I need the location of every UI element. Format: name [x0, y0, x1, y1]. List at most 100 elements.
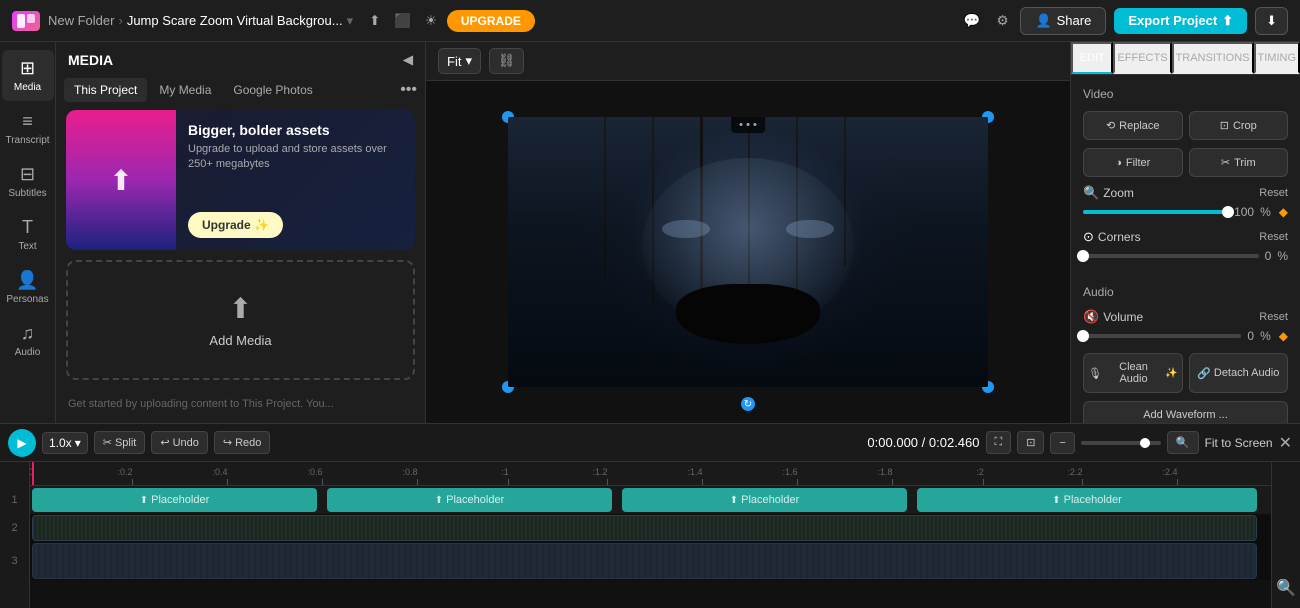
crop-button[interactable]: ⊡ Crop — [1189, 111, 1289, 140]
upgrade-button[interactable]: UPGRADE — [447, 10, 535, 32]
tab-this-project[interactable]: This Project — [64, 78, 147, 102]
upgrade-card-image: ⬆ — [66, 110, 176, 250]
collapse-button[interactable]: ◀ — [403, 52, 413, 68]
sidebar-item-personas[interactable]: 👤 Personas — [2, 262, 54, 313]
ruler-mark-04: :0.4 — [220, 467, 235, 485]
rotate-handle[interactable]: ↻ — [741, 397, 755, 411]
filter-button[interactable]: ◑ Filter — [1083, 148, 1183, 177]
replace-button[interactable]: ⟲ Replace — [1083, 111, 1183, 140]
clip-1-1[interactable]: ⬆ Placeholder — [32, 488, 317, 512]
track-num-3: 3 — [0, 542, 29, 580]
clean-audio-button[interactable]: 🎙 Clean Audio ✨ — [1083, 353, 1183, 393]
clip-2-audio[interactable] — [32, 515, 1257, 541]
upload-icon-btn[interactable]: ⬆ — [365, 9, 384, 33]
sun-icon-btn[interactable]: ☀ — [421, 9, 441, 33]
undo-button[interactable]: ↩ Undo — [151, 431, 208, 454]
comment-icon-btn[interactable]: 💬 — [960, 9, 985, 33]
more-tabs-button[interactable]: ••• — [400, 81, 417, 99]
upload-big-icon: ⬆ — [109, 164, 132, 197]
personas-icon: 👤 — [16, 270, 38, 291]
timeline-toolbar: ▶ 1.0x ▾ ✂ Split ↩ Undo ↪ Redo 0:00.000 … — [0, 424, 1300, 462]
clip-3-video[interactable] — [32, 543, 1257, 579]
audio-icon: ♫ — [21, 323, 35, 344]
history-icon-btn[interactable]: ⬛ — [390, 9, 415, 33]
clip-1-2[interactable]: ⬆ Placeholder — [327, 488, 612, 512]
share-button[interactable]: 👤 Share — [1020, 7, 1106, 35]
volume-reset[interactable]: Reset — [1259, 311, 1288, 323]
add-waveform-button[interactable]: Add Waveform ... — [1083, 401, 1288, 423]
speed-selector[interactable]: 1.0x ▾ — [42, 432, 88, 454]
tab-timing[interactable]: TIMING — [1254, 42, 1300, 74]
text-icon: T — [22, 217, 33, 238]
sidebar-item-transcript[interactable]: ≡ Transcript — [2, 103, 54, 154]
fit-dropdown[interactable]: Fit ▾ — [438, 48, 481, 74]
trim-button[interactable]: ✂ Trim — [1189, 148, 1289, 177]
clip-1-3[interactable]: ⬆ Placeholder — [622, 488, 907, 512]
tab-transitions[interactable]: TRANSITIONS — [1172, 42, 1254, 74]
corners-slider[interactable] — [1083, 254, 1259, 258]
ruler-mark-2: :2 — [980, 467, 988, 485]
timeline-tracks: 1 2 3 :0 :0.2 :0.4 :0.6 — [0, 462, 1300, 608]
detach-icon: 🔗 — [1197, 367, 1211, 380]
right-panel: EDIT EFFECTS TRANSITIONS TIMING Video ⟲ … — [1070, 42, 1300, 423]
sidebar-item-label-text: Text — [18, 241, 36, 252]
sidebar-item-subtitles[interactable]: ⊟ Subtitles — [2, 156, 54, 207]
tab-effects[interactable]: EFFECTS — [1113, 42, 1171, 74]
download-button[interactable]: ⬇ — [1255, 7, 1288, 35]
zoom-toggle-button[interactable]: 🔍 — [1167, 431, 1199, 454]
add-media-label: Add Media — [209, 333, 271, 348]
corners-reset[interactable]: Reset — [1259, 231, 1288, 243]
undo-icon: ↩ — [160, 436, 169, 449]
timeline-right-controls: ⛶ ⊡ − 🔍 Fit to Screen ✕ — [986, 431, 1293, 454]
upgrade-card-title: Bigger, bolder assets Upgrade to upload … — [188, 122, 403, 173]
play-icon: ▶ — [17, 436, 26, 450]
zoom-keyframe-icon[interactable]: ◆ — [1279, 205, 1288, 219]
tab-google-photos[interactable]: Google Photos — [223, 78, 322, 102]
fit-timeline-button[interactable]: ⊡ — [1017, 431, 1044, 454]
fit-to-screen-button[interactable]: Fit to Screen — [1205, 436, 1273, 450]
split-button[interactable]: ✂ Split — [94, 431, 146, 454]
filter-icon: ◑ — [1115, 157, 1122, 169]
lock-aspect-button[interactable]: ⛓ — [489, 48, 524, 74]
export-icon: ⬆ — [1222, 13, 1233, 29]
timeline-search-button[interactable]: 🔍 — [1272, 574, 1300, 602]
ruler-mark-24: :2.4 — [1170, 467, 1185, 485]
tab-edit[interactable]: EDIT — [1071, 42, 1113, 74]
redo-button[interactable]: ↪ Redo — [214, 431, 271, 454]
sidebar-item-text[interactable]: T Text — [2, 209, 54, 260]
close-timeline-button[interactable]: ✕ — [1279, 433, 1292, 453]
sparkle-icon: ✨ — [1165, 368, 1177, 379]
volume-icon: 🔇 — [1083, 309, 1099, 325]
volume-slider[interactable] — [1083, 334, 1241, 338]
tab-my-media[interactable]: My Media — [149, 78, 221, 102]
zoom-search-icon: 🔍 — [1083, 185, 1099, 201]
zoom-thumb[interactable] — [1140, 438, 1150, 448]
chevron-down-icon: ▾ — [465, 53, 472, 69]
project-name[interactable]: Jump Scare Zoom Virtual Backgrou... — [127, 13, 343, 28]
zoom-reset[interactable]: Reset — [1259, 187, 1288, 199]
sidebar-item-audio[interactable]: ♫ Audio — [2, 315, 54, 366]
zoom-out-button[interactable]: − — [1050, 432, 1074, 454]
canvas-container[interactable]: ↻ — [426, 81, 1070, 423]
volume-keyframe-icon[interactable]: ◆ — [1279, 329, 1288, 343]
clip-1-4[interactable]: ⬆ Placeholder — [917, 488, 1257, 512]
zoom-track[interactable] — [1081, 441, 1161, 445]
play-button[interactable]: ▶ — [8, 429, 36, 457]
audio-section: Audio 🔇 Volume Reset — [1071, 285, 1300, 423]
detach-audio-button[interactable]: 🔗 Detach Audio — [1189, 353, 1289, 393]
media-tabs: This Project My Media Google Photos ••• — [56, 78, 425, 110]
topbar: New Folder › Jump Scare Zoom Virtual Bac… — [0, 0, 1300, 42]
sidebar-item-media[interactable]: ⊞ Media — [2, 50, 54, 101]
corners-icon: ⊙ — [1083, 229, 1094, 245]
track-num-1: 1 — [0, 486, 29, 514]
ruler-mark-14: :1.4 — [695, 467, 710, 485]
settings-icon-btn[interactable]: ⚙ — [992, 9, 1012, 33]
crop-timeline-icon[interactable]: ⛶ — [986, 431, 1012, 454]
folder-name[interactable]: New Folder — [48, 13, 114, 28]
add-media-area[interactable]: ⬆ Add Media — [66, 260, 415, 380]
add-media-icon: ⬆ — [229, 292, 252, 325]
zoom-slider[interactable] — [1083, 210, 1228, 214]
export-button[interactable]: Export Project ⬆ — [1114, 8, 1247, 34]
upgrade-card-button[interactable]: Upgrade ✨ — [188, 212, 283, 238]
media-icon: ⊞ — [20, 58, 35, 79]
